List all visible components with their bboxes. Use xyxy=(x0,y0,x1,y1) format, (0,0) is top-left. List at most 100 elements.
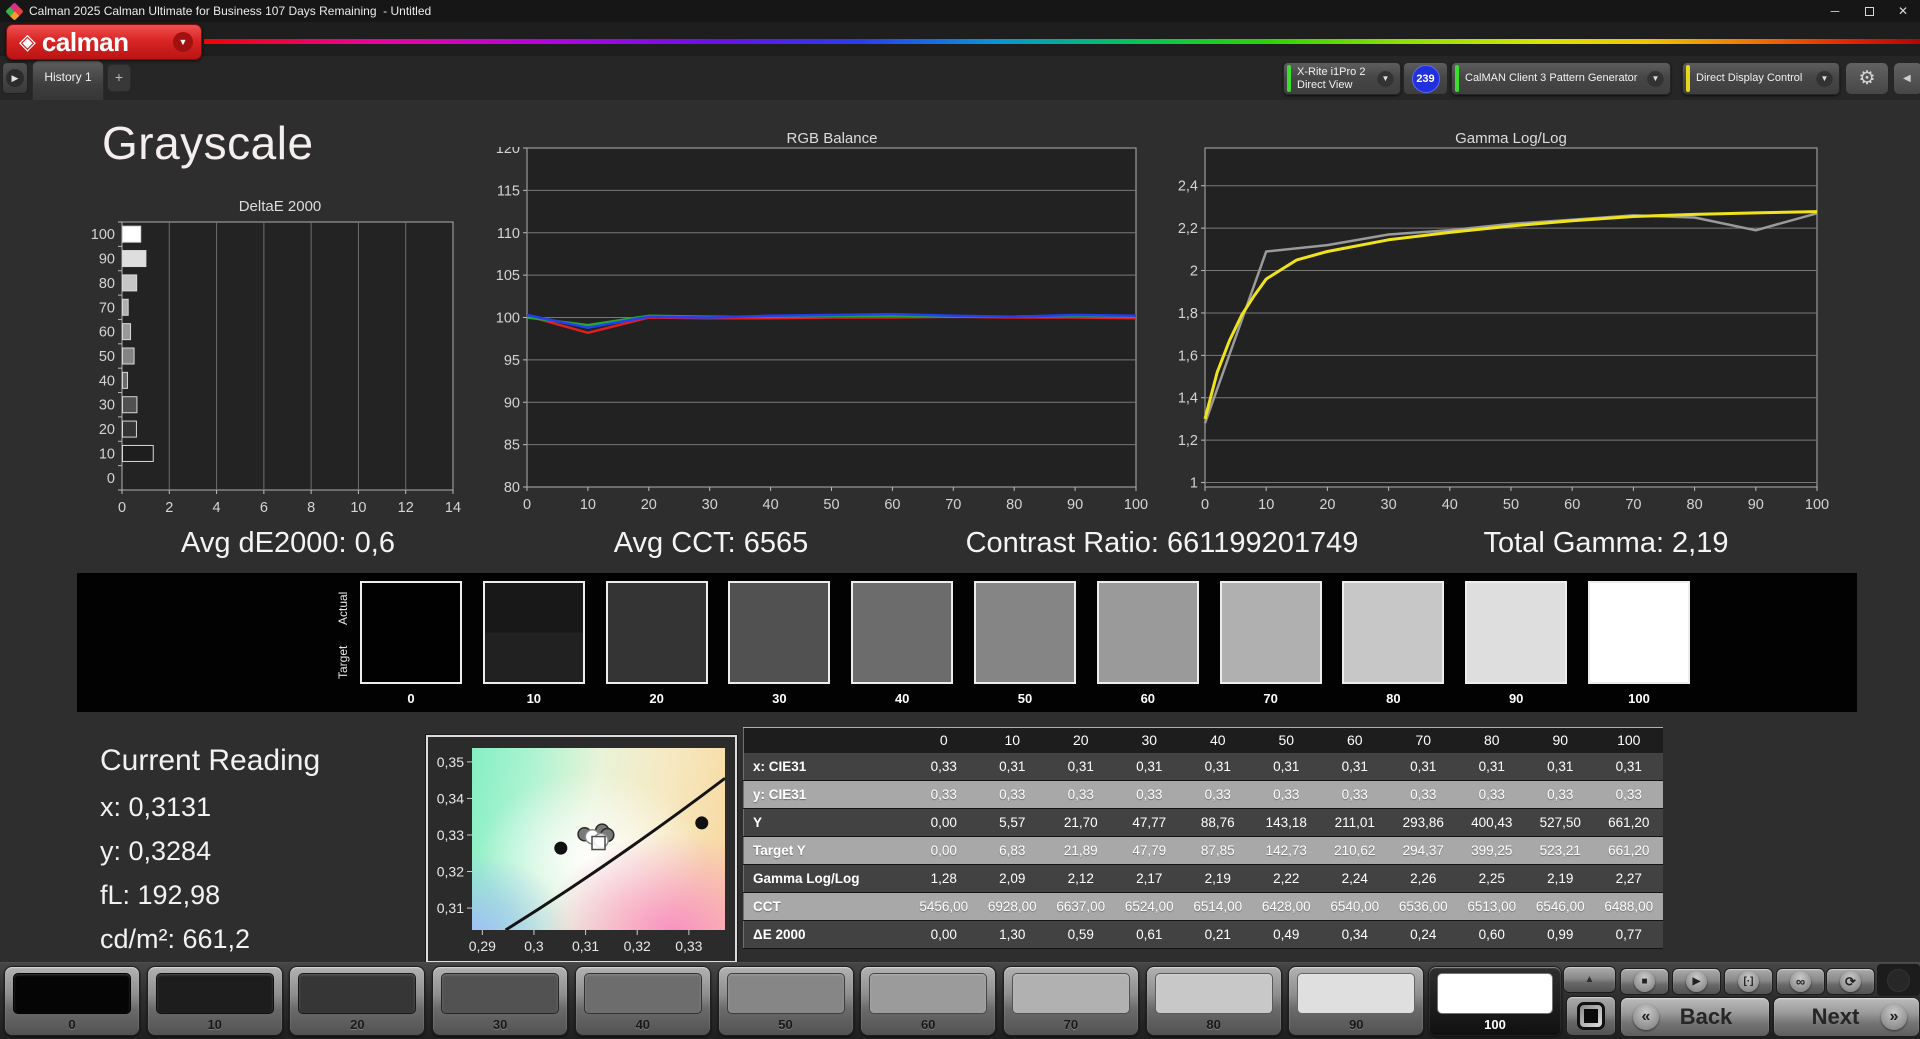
table-cell: 0,33 xyxy=(1183,780,1252,809)
loop-button[interactable]: ∞ xyxy=(1776,968,1825,995)
refresh-button[interactable]: ⟳ xyxy=(1826,968,1875,995)
chevron-up-icon: ▲ xyxy=(1584,974,1595,985)
range-button[interactable]: [·] xyxy=(1724,968,1773,995)
table-cell: 0,33 xyxy=(1526,780,1595,809)
table-cell: 0,24 xyxy=(1389,920,1458,949)
pattern-level-button-90[interactable]: 90 xyxy=(1288,966,1425,1036)
pattern-level-button-50[interactable]: 50 xyxy=(717,966,854,1036)
meter-dropdown[interactable]: X-Rite i1Pro 2 Direct View ▼ xyxy=(1283,62,1401,95)
table-cell: 6428,00 xyxy=(1252,892,1321,921)
side-panel-button[interactable]: ◀ xyxy=(1893,62,1920,95)
pattern-window-button[interactable] xyxy=(1566,996,1616,1036)
stop-button[interactable]: ■ xyxy=(1620,968,1669,995)
svg-text:4: 4 xyxy=(213,500,221,516)
table-cell: 0,31 xyxy=(1115,752,1184,781)
svg-text:2,4: 2,4 xyxy=(1178,179,1198,195)
table-cell: 0,31 xyxy=(1046,752,1115,781)
svg-text:10: 10 xyxy=(580,497,596,513)
next-button[interactable]: Next » xyxy=(1773,997,1920,1037)
pattern-level-button-10[interactable]: 10 xyxy=(146,966,283,1036)
pattern-level-button-60[interactable]: 60 xyxy=(860,966,997,1036)
strip-swatch-0 xyxy=(360,581,462,684)
svg-text:0: 0 xyxy=(1201,497,1209,513)
pattern-level-button-30[interactable]: 30 xyxy=(432,966,569,1036)
svg-text:100: 100 xyxy=(496,311,520,327)
display-control-label: Direct Display Control xyxy=(1696,72,1803,84)
history-prev-button[interactable]: ▶ xyxy=(2,62,28,94)
svg-text:80: 80 xyxy=(504,480,520,496)
svg-text:110: 110 xyxy=(497,226,520,242)
strip-swatch-label: 30 xyxy=(772,691,787,706)
svg-text:0,34: 0,34 xyxy=(437,790,464,806)
table-cell: 2,17 xyxy=(1115,864,1184,893)
svg-text:6: 6 xyxy=(260,500,268,516)
table-row: Gamma Log/Log 1,28 2,09 2,12 2,17 2,19 2,22 2,2… xyxy=(743,864,1663,893)
chevron-down-icon[interactable]: ▼ xyxy=(1377,70,1394,87)
pattern-level-button-0[interactable]: 0 xyxy=(4,966,140,1036)
pattern-level-button-70[interactable]: 70 xyxy=(1002,966,1139,1036)
table-cell: 0,33 xyxy=(978,780,1047,809)
table-cell: 2,22 xyxy=(1252,864,1321,893)
pattern-level-label: 80 xyxy=(1206,1017,1221,1032)
table-cell: 400,43 xyxy=(1457,808,1526,837)
table-cell: 0,00 xyxy=(909,920,978,949)
svg-text:0,33: 0,33 xyxy=(437,827,464,843)
svg-text:12: 12 xyxy=(398,500,414,516)
svg-text:85: 85 xyxy=(504,438,520,454)
svg-text:80: 80 xyxy=(99,276,115,292)
table-cell: 87,85 xyxy=(1183,836,1252,865)
table-cell: 0,31 xyxy=(1594,752,1663,781)
display-control-dropdown[interactable]: Direct Display Control ▼ xyxy=(1682,62,1840,95)
add-tab-button[interactable]: + xyxy=(107,64,131,92)
chevron-down-icon[interactable]: ▼ xyxy=(1816,70,1833,87)
svg-text:95: 95 xyxy=(504,353,520,369)
settings-gear-button[interactable]: ⚙ xyxy=(1845,62,1889,95)
svg-text:30: 30 xyxy=(1381,497,1397,513)
tab-history1[interactable]: History 1 xyxy=(32,60,104,100)
back-button[interactable]: « Back xyxy=(1620,997,1770,1037)
gamma-line-chart: 2,4 2,2 2 1,8 1,6 1,4 1,2 10 10 20 30 40 50 60 70 80 90 1… xyxy=(1178,147,1829,513)
logo-dropdown-icon[interactable]: ▼ xyxy=(173,32,193,52)
pattern-level-button-80[interactable]: 80 xyxy=(1145,966,1282,1036)
pattern-level-label: 0 xyxy=(68,1017,76,1032)
table-row-label: Target Y xyxy=(743,836,910,865)
titlebar: Calman 2025 Calman Ultimate for Business… xyxy=(0,0,1920,22)
table-cell: 527,50 xyxy=(1526,808,1595,837)
table-cell: 210,62 xyxy=(1320,836,1389,865)
collapse-panel-button[interactable]: ▲ xyxy=(1563,966,1616,993)
meter-line1: X-Rite i1Pro 2 xyxy=(1297,65,1366,78)
table-cell: 0,33 xyxy=(909,752,978,781)
pattern-level-button-40[interactable]: 40 xyxy=(574,966,711,1036)
pattern-level-swatch xyxy=(583,973,702,1014)
pattern-level-swatch xyxy=(869,973,988,1014)
svg-text:90: 90 xyxy=(1067,497,1083,513)
table-cell: 1,28 xyxy=(909,864,978,893)
svg-text:100: 100 xyxy=(1805,497,1829,513)
table-cell: 0,21 xyxy=(1183,920,1252,949)
table-cell: 523,21 xyxy=(1526,836,1595,865)
meter-count-value: 239 xyxy=(1411,64,1440,93)
calman-app-icon xyxy=(5,1,24,21)
pattern-generator-dropdown[interactable]: CalMAN Client 3 Pattern Generator ▼ xyxy=(1451,62,1671,95)
svg-text:0: 0 xyxy=(107,471,115,487)
table-cell: 293,86 xyxy=(1389,808,1458,837)
chevron-down-icon[interactable]: ▼ xyxy=(1647,70,1664,87)
table-cell: 47,77 xyxy=(1115,808,1184,837)
svg-text:40: 40 xyxy=(99,373,115,389)
meter-count-badge: 239 xyxy=(1403,62,1448,95)
pattern-level-button-20[interactable]: 20 xyxy=(289,966,426,1036)
pattern-generator-label: CalMAN Client 3 Pattern Generator xyxy=(1465,72,1638,84)
minimize-button[interactable]: ─ xyxy=(1818,0,1852,22)
strip-swatch-label: 90 xyxy=(1508,691,1524,706)
play-button[interactable]: ▶ xyxy=(1672,968,1721,995)
pattern-level-label: 90 xyxy=(1349,1017,1364,1032)
calman-logo-button[interactable]: ◈ calman ▼ xyxy=(6,24,202,60)
maximize-button[interactable] xyxy=(1852,0,1886,22)
table-cell: 6513,00 xyxy=(1457,892,1526,921)
table-row-label: ΔE 2000 xyxy=(743,920,910,949)
table-cell: 2,19 xyxy=(1183,864,1252,893)
pattern-level-button-100[interactable]: 100 xyxy=(1428,966,1562,1036)
meter-label: X-Rite i1Pro 2 Direct View xyxy=(1297,66,1365,92)
deltae-bar-chart: 0 2 4 6 8 10 12 141009080706050403020100 xyxy=(91,221,461,516)
close-button[interactable]: ✕ xyxy=(1886,0,1920,22)
